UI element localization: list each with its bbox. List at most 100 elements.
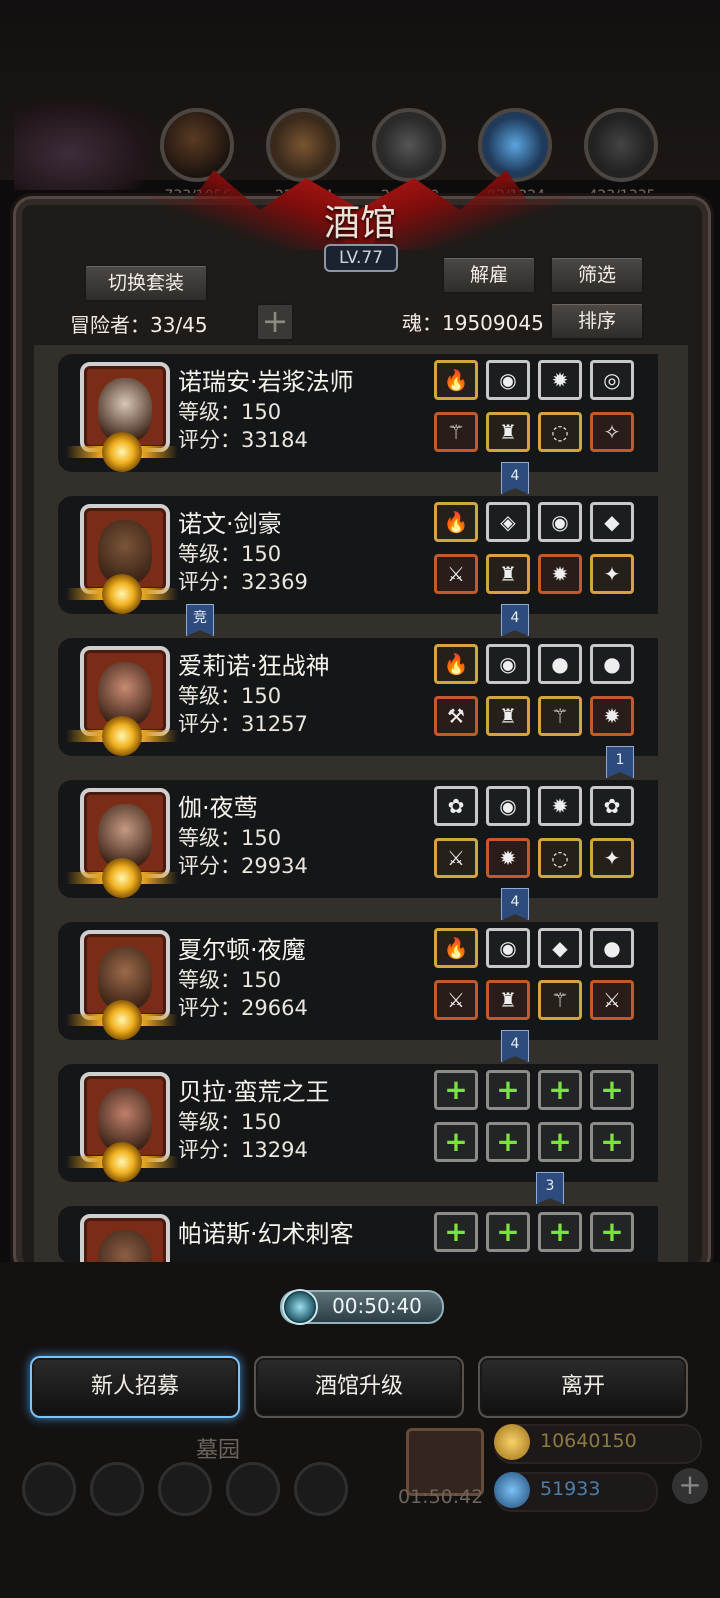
equipment-slot[interactable]: ⚔ <box>434 554 478 594</box>
equipment-slot[interactable]: ⚚ <box>538 980 582 1020</box>
hero-score: 评分：33184 <box>178 428 308 452</box>
nav-icon-2[interactable] <box>90 1462 144 1516</box>
equipment-icon: ⚔ <box>447 988 465 1012</box>
crystal-icon <box>478 108 552 182</box>
equipment-slot[interactable]: ⚚ <box>538 696 582 736</box>
hero-card[interactable]: 伽·夜莺 等级：150 评分：29934 ✿ ◉ ✹ ✿ ⚔ ✹ ◌ ✦ <box>58 780 658 898</box>
equipment-icon: ◆ <box>604 510 620 534</box>
equipment-slot[interactable]: ✿ <box>434 786 478 826</box>
add-equipment-slot[interactable]: + <box>538 1122 582 1162</box>
equipment-slot[interactable]: ◉ <box>486 928 530 968</box>
equipment-slot[interactable]: ● <box>590 644 634 684</box>
equipment-icon: ◉ <box>499 936 517 960</box>
equipment-slot[interactable]: ● <box>590 928 634 968</box>
filter-button[interactable]: 筛选 <box>550 256 644 294</box>
equipment-slot[interactable]: ✦ <box>590 838 634 878</box>
add-equipment-slot[interactable]: + <box>434 1122 478 1162</box>
equipment-slot[interactable]: ◉ <box>486 786 530 826</box>
equipment-slot[interactable]: ◌ <box>538 412 582 452</box>
hero-name: 帕诺斯·幻术刺客 <box>178 1220 354 1248</box>
hero-card[interactable]: 爱莉诺·狂战神 等级：150 评分：31257 🔥 ◉ ● ● ⚒ ♜ ⚚ ✹ <box>58 638 658 756</box>
equipment-slot[interactable]: ◈ <box>486 502 530 542</box>
add-equipment-slot[interactable]: + <box>590 1212 634 1252</box>
nav-icon-3[interactable] <box>158 1462 212 1516</box>
equipment-icon: ◉ <box>499 368 517 392</box>
equipment-icon: ● <box>603 652 621 676</box>
add-equipment-slot[interactable]: + <box>486 1070 530 1110</box>
equipment-slot[interactable]: ⚒ <box>434 696 478 736</box>
add-equipment-slot[interactable]: + <box>590 1122 634 1162</box>
equipment-slot[interactable]: ⚔ <box>590 980 634 1020</box>
equipment-slot[interactable]: ⚔ <box>434 838 478 878</box>
add-equipment-slot[interactable]: + <box>434 1212 478 1252</box>
equipment-slot[interactable]: ⚚ <box>434 412 478 452</box>
equipment-slot[interactable]: 🔥 <box>434 644 478 684</box>
recruit-button[interactable]: 新人招募 <box>30 1356 240 1418</box>
equipment-slot[interactable]: 🔥 <box>434 360 478 400</box>
add-equipment-slot[interactable]: + <box>590 1070 634 1110</box>
equipment-icon: ✦ <box>603 562 621 586</box>
equipment-slot[interactable]: ◆ <box>538 928 582 968</box>
equipment-slot[interactable]: ● <box>538 644 582 684</box>
add-equipment-slot[interactable]: + <box>538 1070 582 1110</box>
add-equipment-slot[interactable]: + <box>486 1122 530 1162</box>
hero-card[interactable]: 诺瑞安·岩浆法师 等级：150 评分：33184 🔥 ◉ ✹ ◎ ⚚ ♜ ◌ ✧ <box>58 354 658 472</box>
add-equipment-slot[interactable]: + <box>486 1212 530 1252</box>
dismiss-button[interactable]: 解雇 <box>442 256 536 294</box>
hero-portrait[interactable] <box>80 1214 170 1264</box>
equipment-icon: ◉ <box>499 652 517 676</box>
equipment-slot[interactable]: ♜ <box>486 412 530 452</box>
equipment-slot[interactable]: ✹ <box>538 554 582 594</box>
stone-icon <box>584 108 658 182</box>
equipment-slot[interactable]: ◉ <box>538 502 582 542</box>
equipment-slot[interactable]: ✦ <box>590 554 634 594</box>
equipment-slot[interactable]: ✹ <box>538 786 582 826</box>
nav-icon-1[interactable] <box>22 1462 76 1516</box>
equipment-slot[interactable]: 🔥 <box>434 928 478 968</box>
wood-icon <box>160 108 234 182</box>
add-equipment-slot[interactable]: + <box>538 1212 582 1252</box>
gift-timer: 01:50:42 <box>398 1486 484 1508</box>
add-slot-button[interactable]: + <box>256 303 294 341</box>
equipment-slot[interactable]: 🔥 <box>434 502 478 542</box>
equipment-slot[interactable]: ◆ <box>590 502 634 542</box>
equipment-slot[interactable]: ✹ <box>486 838 530 878</box>
hero-card[interactable]: 夏尔顿·夜魔 等级：150 评分：29664 🔥 ◉ ◆ ● ⚔ ♜ ⚚ ⚔ <box>58 922 658 1040</box>
hero-level: 等级：150 <box>178 684 282 708</box>
equipment-slot[interactable]: ♜ <box>486 554 530 594</box>
hero-card[interactable]: 贝拉·蛮荒之王 等级：150 评分：13294 + + + + + + + + <box>58 1064 658 1182</box>
equipment-slot[interactable]: ✧ <box>590 412 634 452</box>
switch-outfit-button[interactable]: 切换套装 <box>84 264 208 302</box>
plus-icon: + <box>600 1073 624 1106</box>
equipment-slot[interactable]: ✿ <box>590 786 634 826</box>
equipment-icon: ⚔ <box>603 988 621 1012</box>
equipment-slot[interactable]: ♜ <box>486 980 530 1020</box>
nav-icon-5[interactable] <box>294 1462 348 1516</box>
equipment-slot[interactable]: ♜ <box>486 696 530 736</box>
equipment-icon: ⚔ <box>447 846 465 870</box>
equipment-slot[interactable]: ◎ <box>590 360 634 400</box>
upgrade-tavern-button[interactable]: 酒馆升级 <box>254 1356 464 1418</box>
nav-icon-4[interactable] <box>226 1462 280 1516</box>
gold-amount: 10640150 <box>540 1430 637 1452</box>
hero-card[interactable]: 帕诺斯·幻术刺客 + + + + <box>58 1206 658 1264</box>
add-currency-button[interactable]: + <box>672 1468 708 1504</box>
equipment-icon: ✦ <box>603 846 621 870</box>
plus-icon: + <box>444 1215 468 1248</box>
equipment-slot[interactable]: ✹ <box>538 360 582 400</box>
equipment-icon: ● <box>551 652 569 676</box>
add-equipment-slot[interactable]: + <box>434 1070 478 1110</box>
equipment-slot[interactable]: ◌ <box>538 838 582 878</box>
equipment-slot[interactable]: ⚔ <box>434 980 478 1020</box>
plus-icon: + <box>496 1125 520 1158</box>
equipment-slot[interactable]: ◉ <box>486 360 530 400</box>
equipment-slot[interactable]: ◉ <box>486 644 530 684</box>
sort-button[interactable]: 排序 <box>550 302 644 340</box>
leave-button[interactable]: 离开 <box>478 1356 688 1418</box>
hero-card[interactable]: 诺文·剑豪 等级：150 评分：32369 🔥 ◈ ◉ ◆ ⚔ ♜ ✹ ✦ <box>58 496 658 614</box>
equipment-icon: ◉ <box>551 510 569 534</box>
hero-name: 诺瑞安·岩浆法师 <box>178 368 354 396</box>
equipment-icon: ◈ <box>500 510 516 534</box>
equipment-icon: ✹ <box>551 368 569 392</box>
equipment-slot[interactable]: ✹ <box>590 696 634 736</box>
